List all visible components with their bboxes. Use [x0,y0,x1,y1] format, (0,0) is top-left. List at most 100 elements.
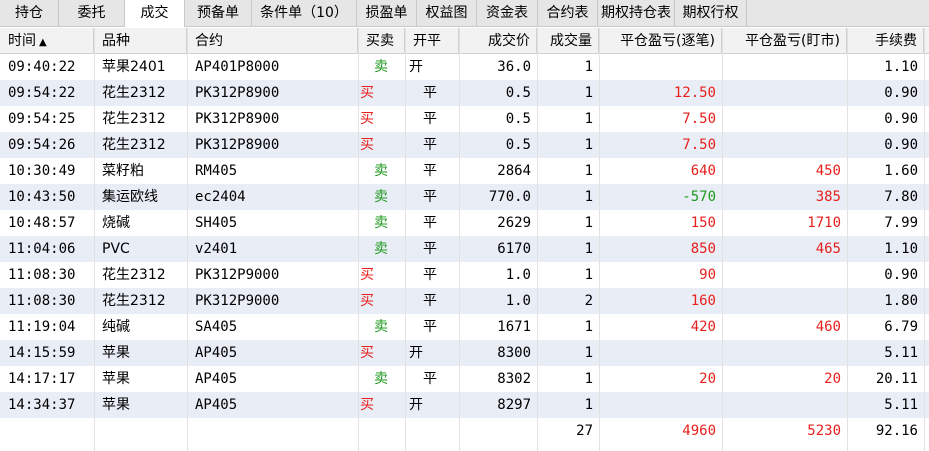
cell-pnl-trade: 640 [690,163,716,179]
tab-10[interactable]: 期权行权 [675,0,747,26]
cell-volume: 1 [584,189,593,205]
table-row[interactable]: 11:04:06 PVC v2401 卖 平 6170 1 850 465 1.10 [0,236,929,262]
table-row[interactable]: 09:54:25 花生2312 PK312P8900 买 平 0.5 1 7.50 0.90 [0,106,929,132]
cell-product: 苹果 [102,345,130,361]
cell-pnl-trade: 850 [690,241,716,257]
header-offset[interactable]: 开平 [405,28,459,54]
cell-product: 苹果 [102,371,130,387]
cell-fee: 1.10 [884,241,918,257]
cell-direction: 买 [360,293,374,309]
tab-6[interactable]: 权益图 [417,0,477,26]
cell-pnl-mark [722,262,847,288]
cell-contract: SA405 [195,319,238,335]
cell-product: PVC [102,241,130,257]
tab-8[interactable]: 合约表 [538,0,598,26]
cell-offset: 开 [409,59,423,75]
table-row[interactable]: 10:43:50 集运欧线 ec2404 卖 平 770.0 1 -570 385 7.80 [0,184,929,210]
cell-contract: AP405 [195,345,238,361]
tab-bar: 持仓 委托 成交 预备单 条件单（10） 损盈单 权益图 资金表 合约表 期权持仓表 期权行权 [0,0,929,27]
cell-product: 纯碱 [102,319,130,335]
cell-fee: 1.60 [884,163,918,179]
cell-pnl-mark [722,80,847,106]
header-pnl-mark[interactable]: 平仓盈亏(盯市) [722,28,847,54]
table-row[interactable]: 11:08:30 花生2312 PK312P9000 买 平 1.0 1 90 0.90 [0,262,929,288]
cell-time: 09:54:22 [8,85,76,101]
cell-product: 花生2312 [102,293,166,309]
header-price[interactable]: 成交价 [459,28,537,54]
tab-5[interactable]: 损盈单 [357,0,417,26]
cell-fee: 1.80 [884,293,918,309]
header-pnl-trade[interactable]: 平仓盈亏(逐笔) [599,28,722,54]
cell-pnl-trade: 90 [699,267,716,283]
cell-direction: 买 [360,137,374,153]
cell-contract: PK312P8900 [195,137,280,153]
cell-price: 770.0 [488,189,531,205]
header-direction[interactable]: 买卖 [358,28,405,54]
header-time[interactable]: 时间 ▲ [0,28,94,54]
cell-offset: 平 [423,267,437,283]
cell-price: 1.0 [505,267,531,283]
table-row[interactable]: 14:17:17 苹果 AP405 卖 平 8302 1 20 20 20.11 [0,366,929,392]
cell-offset: 平 [423,189,437,205]
cell-fee: 0.90 [884,137,918,153]
cell-direction: 买 [360,397,374,413]
header-contract[interactable]: 合约 [187,28,358,54]
cell-fee: 20.11 [875,371,918,387]
tab-1[interactable]: 委托 [59,0,125,26]
tab-7[interactable]: 资金表 [477,0,538,26]
cell-offset: 开 [409,397,423,413]
table-row[interactable]: 11:19:04 纯碱 SA405 卖 平 1671 1 420 460 6.79 [0,314,929,340]
cell-pnl-trade: 160 [690,293,716,309]
header-time-label: 时间 [8,33,36,49]
header-volume[interactable]: 成交量 [537,28,599,54]
cell-offset: 平 [423,319,437,335]
cell-contract: PK312P8900 [195,111,280,127]
cell-direction: 买 [360,345,374,361]
column-divider [405,28,406,451]
cell-offset: 平 [423,85,437,101]
cell-offset: 平 [423,293,437,309]
tab-4[interactable]: 条件单（10） [252,0,357,26]
cell-contract: AP405 [195,371,238,387]
cell-fee: 6.79 [884,319,918,335]
cell-pnl-trade [599,54,722,80]
cell-volume: 1 [584,111,593,127]
cell-fee: 0.90 [884,85,918,101]
header-product[interactable]: 品种 [94,28,187,54]
table-row[interactable]: 09:54:22 花生2312 PK312P8900 买 平 0.5 1 12.50 0.90 [0,80,929,106]
cell-price: 0.5 [505,85,531,101]
column-divider [358,28,359,451]
table-row[interactable]: 09:54:26 花生2312 PK312P8900 买 平 0.5 1 7.50 0.90 [0,132,929,158]
header-fee[interactable]: 手续费 [847,28,924,54]
cell-direction: 卖 [374,371,388,387]
cell-fee: 7.80 [884,189,918,205]
table-row[interactable]: 14:34:37 苹果 AP405 买 开 8297 1 5.11 [0,392,929,418]
cell-direction: 卖 [374,215,388,231]
cell-direction: 买 [360,267,374,283]
table-row[interactable]: 11:08:30 花生2312 PK312P9000 买 平 1.0 2 160 1.80 [0,288,929,314]
cell-offset: 平 [423,137,437,153]
cell-contract: AP405 [195,397,238,413]
column-divider [459,28,460,451]
tab-0[interactable]: 持仓 [0,0,59,26]
table-row[interactable]: 10:48:57 烧碱 SH405 卖 平 2629 1 150 1710 7.99 [0,210,929,236]
cell-offset: 平 [423,215,437,231]
cell-product: 集运欧线 [102,189,158,205]
cell-product: 苹果2401 [102,59,166,75]
cell-contract: PK312P9000 [195,293,280,309]
cell-pnl-mark: 385 [815,189,841,205]
cell-offset: 平 [423,371,437,387]
cell-product: 烧碱 [102,215,130,231]
table-row[interactable]: 14:15:59 苹果 AP405 买 开 8300 1 5.11 [0,340,929,366]
cell-contract: PK312P9000 [195,267,280,283]
tab-3[interactable]: 预备单 [185,0,252,26]
cell-time: 10:43:50 [8,189,76,205]
cell-product: 花生2312 [102,111,166,127]
tab-2[interactable]: 成交 [125,0,185,27]
cell-price: 0.5 [505,111,531,127]
cell-contract: v2401 [195,241,238,257]
total-fee: 92.16 [875,423,918,439]
table-row[interactable]: 09:40:22 苹果2401 AP401P8000 卖 开 36.0 1 1.10 [0,54,929,80]
table-row[interactable]: 10:30:49 菜籽粕 RM405 卖 平 2864 1 640 450 1.60 [0,158,929,184]
tab-9[interactable]: 期权持仓表 [598,0,675,26]
